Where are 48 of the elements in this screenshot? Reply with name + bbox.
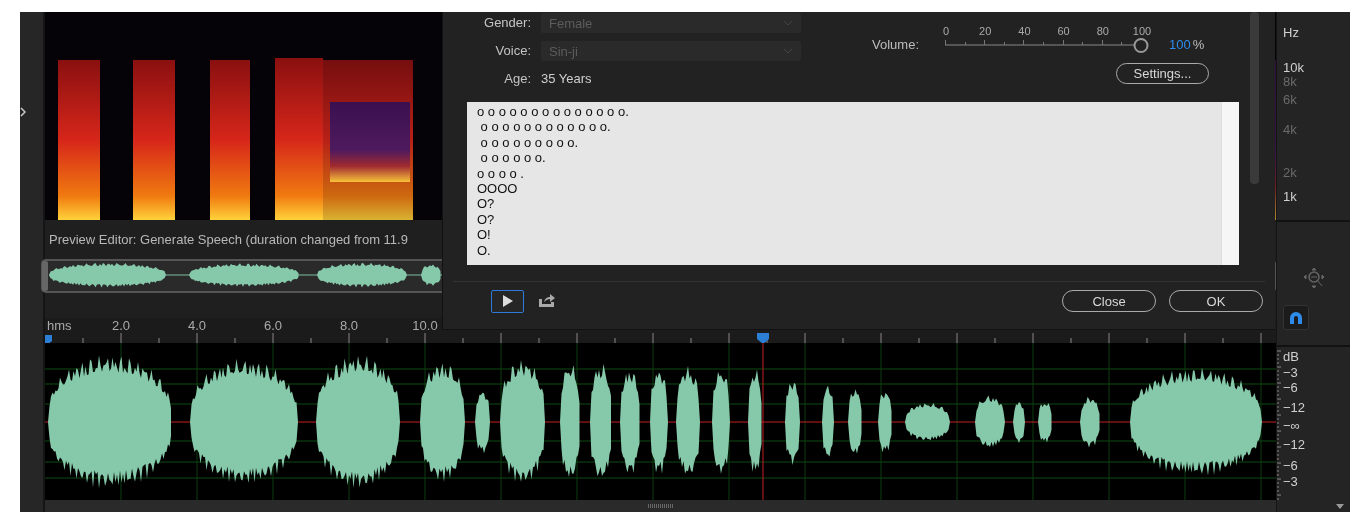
frequency-label: 1k bbox=[1283, 190, 1297, 204]
tick-label: 20 bbox=[979, 25, 992, 37]
slider-thumb[interactable] bbox=[1133, 38, 1149, 53]
time-label: hms bbox=[46, 318, 73, 334]
time-label: 2.0 bbox=[110, 318, 132, 334]
frequency-label: 10k bbox=[1283, 61, 1304, 75]
frequency-label: 4k bbox=[1283, 123, 1297, 137]
play-button[interactable] bbox=[491, 289, 524, 313]
tick-label: 60 bbox=[1057, 25, 1070, 37]
time-label: 6.0 bbox=[262, 318, 284, 334]
field-value: 35 Years bbox=[541, 70, 592, 88]
decibel-label: −∞ bbox=[1283, 419, 1300, 433]
tick-label: 0 bbox=[942, 25, 950, 37]
time-label: 4.0 bbox=[186, 318, 208, 334]
unit-label: Hz bbox=[1283, 26, 1299, 40]
tick-label: 40 bbox=[1018, 25, 1031, 37]
decibel-label: −6 bbox=[1283, 459, 1298, 473]
play-icon[interactable] bbox=[502, 295, 513, 307]
magnet-icon[interactable] bbox=[1288, 310, 1303, 325]
volume-label: Volume: bbox=[872, 37, 919, 53]
field-label: Gender: bbox=[484, 14, 531, 32]
field-label: Age: bbox=[504, 70, 531, 88]
tick-label: 80 bbox=[1096, 25, 1109, 37]
export-icon[interactable] bbox=[538, 294, 556, 308]
scrollbar[interactable] bbox=[1221, 102, 1239, 265]
scrollbar[interactable] bbox=[1250, 12, 1259, 184]
decibel-label: −6 bbox=[1283, 381, 1298, 395]
volume-value: 100 bbox=[1169, 37, 1191, 53]
decibel-label: −3 bbox=[1283, 366, 1298, 380]
percent-unit: % bbox=[1192, 37, 1205, 53]
time-label: 8.0 bbox=[338, 318, 360, 334]
decibel-label: −12 bbox=[1283, 438, 1306, 452]
scrollbar[interactable] bbox=[45, 500, 1276, 512]
frequency-label: 8k bbox=[1283, 75, 1297, 89]
frequency-label: 2k bbox=[1283, 166, 1297, 180]
tick-label: 100 bbox=[1132, 25, 1152, 37]
decibel-label: −3 bbox=[1283, 475, 1298, 489]
frequency-label: 6k bbox=[1283, 93, 1297, 107]
decibel-label: −12 bbox=[1283, 401, 1306, 415]
field-label: Voice: bbox=[495, 42, 531, 60]
text-field[interactable]: o o o o o o o o o o o o o o. o o o o o o o o o o o o. o o o o o o o o o. o o o o o o. o o o o . OOOO O? O? O! O. bbox=[467, 102, 1221, 265]
magnet-button[interactable] bbox=[1282, 305, 1309, 330]
preview-caption: Preview Editor: Generate Speech (duration changed from 11.9 bbox=[48, 230, 408, 249]
zoom-icon[interactable] bbox=[1302, 267, 1325, 289]
time-label: 10.0 bbox=[411, 318, 439, 334]
unit-label: dB bbox=[1283, 350, 1299, 364]
chevron-icon[interactable] bbox=[20, 107, 26, 117]
dropdown-arrow-icon[interactable] bbox=[1336, 504, 1344, 509]
